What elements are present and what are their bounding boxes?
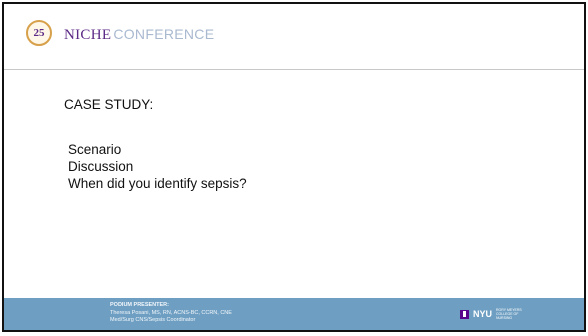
school-name: RORY MEYERS COLLEGE OF NURSING (496, 308, 522, 320)
slide: 25 NICHE CONFERENCE CASE STUDY: Scenario … (2, 2, 586, 332)
slide-footer: PODIUM PRESENTER: Theresa Posani, MS, RN… (4, 298, 584, 330)
topic-item: When did you identify sepsis? (68, 176, 247, 191)
topic-list: Scenario Discussion When did you identif… (68, 141, 247, 192)
badge-number: 25 (33, 27, 45, 39)
presenter-name: Theresa Posani, MS, RN, ACNS-BC, CCRN, C… (110, 309, 232, 316)
nyu-text: NYU (472, 309, 492, 319)
conference-wordmark: NICHE CONFERENCE (64, 26, 214, 44)
slide-header: 25 NICHE CONFERENCE (4, 4, 584, 70)
brand-primary: NICHE (64, 27, 112, 43)
nyu-torch-icon (459, 309, 469, 319)
topic-item: Discussion (68, 159, 134, 174)
brand-secondary: CONFERENCE (113, 26, 215, 42)
nyu-logo: NYU RORY MEYERS COLLEGE OF NURSING (459, 308, 532, 320)
anniversary-badge-icon: 25 (26, 20, 52, 46)
presenter-role: Med/Surg CNS/Sepsis Coordinator (110, 317, 196, 323)
presenter-block: PODIUM PRESENTER: Theresa Posani, MS, RN… (110, 302, 232, 325)
presenter-label: PODIUM PRESENTER: (110, 302, 169, 308)
topic-item: Scenario (68, 142, 122, 157)
slide-title: CASE STUDY: (64, 97, 154, 112)
